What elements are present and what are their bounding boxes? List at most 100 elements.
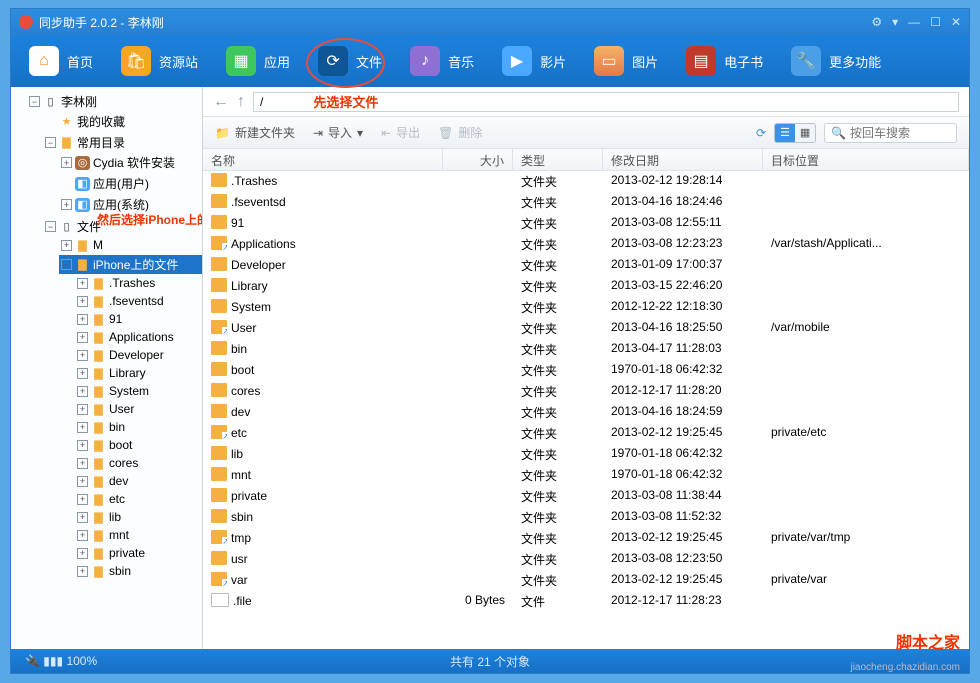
- file-row[interactable]: Applications文件夹2013-03-08 12:23:23/var/s…: [203, 234, 969, 255]
- tree-item[interactable]: +▇mnt: [75, 527, 202, 543]
- minimize-icon[interactable]: —: [908, 15, 920, 29]
- list-view-icon[interactable]: ☰: [775, 124, 795, 142]
- tree-item[interactable]: +▇bin: [75, 419, 202, 435]
- tree-item[interactable]: +▇91: [75, 311, 202, 327]
- folder-icon: [211, 383, 227, 397]
- grid-view-icon[interactable]: ▦: [795, 124, 815, 142]
- files-icon: ⟳: [318, 46, 348, 76]
- file-row[interactable]: Library文件夹2013-03-15 22:46:20: [203, 276, 969, 297]
- file-row[interactable]: Developer文件夹2013-01-09 17:00:37: [203, 255, 969, 276]
- search-box[interactable]: 🔍: [824, 123, 957, 143]
- nav-files[interactable]: ⟳文件: [318, 46, 382, 76]
- file-row[interactable]: usr文件夹2013-03-08 12:23:50: [203, 549, 969, 570]
- folder-icon: [211, 173, 227, 187]
- main-nav: ⌂首页 🛍资源站 ▦应用 ⟳文件 ♪音乐 ▶影片 ▭图片 ▤电子书 🔧更多功能: [11, 35, 969, 87]
- file-row[interactable]: .file0 Bytes文件2012-12-17 11:28:23: [203, 591, 969, 612]
- close-icon[interactable]: ✕: [951, 15, 961, 29]
- nav-video[interactable]: ▶影片: [502, 46, 566, 76]
- tree-cydia[interactable]: +◎Cydia 软件安装: [59, 153, 202, 172]
- tree-item[interactable]: +▇System: [75, 383, 202, 399]
- file-row[interactable]: tmp文件夹2013-02-12 19:25:45private/var/tmp: [203, 528, 969, 549]
- delete-button[interactable]: 🗑删除: [438, 124, 482, 141]
- file-row[interactable]: etc文件夹2013-02-12 19:25:45private/etc: [203, 423, 969, 444]
- tree-root[interactable]: −▯李林刚: [27, 92, 202, 111]
- import-button[interactable]: ⇥导入 ▾: [313, 124, 363, 141]
- folder-icon: [211, 236, 227, 250]
- col-name[interactable]: 名称: [203, 149, 443, 170]
- path-input[interactable]: /先选择文件: [253, 92, 959, 112]
- tree-app-sys[interactable]: +◧应用(系统): [59, 195, 202, 214]
- tree-common[interactable]: −▇常用目录: [43, 133, 202, 152]
- file-row[interactable]: mnt文件夹1970-01-18 06:42:32: [203, 465, 969, 486]
- tree-favorites[interactable]: ★我的收藏: [43, 112, 202, 131]
- folder-icon: [211, 551, 227, 565]
- new-folder-button[interactable]: 📁新建文件夹: [215, 124, 295, 141]
- tree-item[interactable]: +▇.Trashes: [75, 275, 202, 291]
- tree-item[interactable]: +▇boot: [75, 437, 202, 453]
- dropdown-icon[interactable]: ▾: [892, 15, 898, 29]
- wrench-icon: 🔧: [791, 46, 821, 76]
- nav-more[interactable]: 🔧更多功能: [791, 46, 881, 76]
- tree-item[interactable]: +▇.fseventsd: [75, 293, 202, 309]
- nav-resources[interactable]: 🛍资源站: [121, 46, 198, 76]
- settings-icon[interactable]: ⚙: [871, 15, 882, 29]
- nav-pictures[interactable]: ▭图片: [594, 46, 658, 76]
- tree-item[interactable]: +▇sbin: [75, 563, 202, 579]
- maximize-icon[interactable]: ☐: [930, 15, 941, 29]
- tree-m[interactable]: +▇M: [59, 237, 202, 253]
- refresh-button[interactable]: ⟳: [756, 126, 766, 140]
- col-size[interactable]: 大小: [443, 149, 513, 170]
- plug-icon: 🔌: [25, 654, 40, 668]
- folder-icon: [211, 404, 227, 418]
- tree-item[interactable]: +▇Developer: [75, 347, 202, 363]
- file-row[interactable]: var文件夹2013-02-12 19:25:45private/var: [203, 570, 969, 591]
- col-date[interactable]: 修改日期: [603, 149, 763, 170]
- file-list[interactable]: .Trashes文件夹2013-02-12 19:28:14.fseventsd…: [203, 171, 969, 649]
- tree-item[interactable]: +▇dev: [75, 473, 202, 489]
- file-row[interactable]: bin文件夹2013-04-17 11:28:03: [203, 339, 969, 360]
- tree-item[interactable]: +▇private: [75, 545, 202, 561]
- file-row[interactable]: 91文件夹2013-03-08 12:55:11: [203, 213, 969, 234]
- file-row[interactable]: boot文件夹1970-01-18 06:42:32: [203, 360, 969, 381]
- file-row[interactable]: System文件夹2012-12-22 12:18:30: [203, 297, 969, 318]
- tree-item[interactable]: +▇Library: [75, 365, 202, 381]
- search-icon: 🔍: [831, 126, 846, 140]
- search-input[interactable]: [850, 126, 950, 140]
- folder-icon: [211, 509, 227, 523]
- music-icon: ♪: [410, 46, 440, 76]
- back-icon[interactable]: ←: [213, 93, 229, 111]
- tree-filesystem[interactable]: −▯文件: [43, 217, 202, 236]
- nav-music[interactable]: ♪音乐: [410, 46, 474, 76]
- folder-icon: [211, 593, 229, 607]
- export-button[interactable]: ⇤导出: [381, 124, 420, 141]
- file-row[interactable]: .Trashes文件夹2013-02-12 19:28:14: [203, 171, 969, 192]
- tree-item[interactable]: +▇cores: [75, 455, 202, 471]
- tree-app-user[interactable]: ◧应用(用户): [59, 174, 202, 193]
- nav-home[interactable]: ⌂首页: [29, 46, 93, 76]
- file-row[interactable]: lib文件夹1970-01-18 06:42:32: [203, 444, 969, 465]
- tree-item[interactable]: +▇Applications: [75, 329, 202, 345]
- tree-item[interactable]: +▇lib: [75, 509, 202, 525]
- file-row[interactable]: sbin文件夹2013-03-08 11:52:32: [203, 507, 969, 528]
- view-toggle[interactable]: ☰▦: [774, 123, 816, 143]
- nav-ebook[interactable]: ▤电子书: [686, 46, 763, 76]
- tree-item[interactable]: +▇User: [75, 401, 202, 417]
- apps-icon: ▦: [226, 46, 256, 76]
- file-row[interactable]: User文件夹2013-04-16 18:25:50/var/mobile: [203, 318, 969, 339]
- col-target[interactable]: 目标位置: [763, 149, 969, 170]
- folder-icon: [211, 278, 227, 292]
- file-row[interactable]: private文件夹2013-03-08 11:38:44: [203, 486, 969, 507]
- app-logo-icon: [19, 15, 33, 29]
- file-row[interactable]: .fseventsd文件夹2013-04-16 18:24:46: [203, 192, 969, 213]
- tree-item[interactable]: +▇etc: [75, 491, 202, 507]
- path-bar: ← ↑ /先选择文件: [203, 87, 969, 117]
- file-list-header[interactable]: 名称 大小 类型 修改日期 目标位置: [203, 149, 969, 171]
- folder-icon: [211, 362, 227, 376]
- sidebar-tree[interactable]: −▯李林刚 ★我的收藏 −▇常用目录 +◎Cydia 软件安装 ◧应用(用户) …: [11, 87, 203, 649]
- col-type[interactable]: 类型: [513, 149, 603, 170]
- nav-apps[interactable]: ▦应用: [226, 46, 290, 76]
- file-row[interactable]: cores文件夹2012-12-17 11:28:20: [203, 381, 969, 402]
- tree-iphone-files[interactable]: −▇iPhone上的文件: [59, 255, 202, 274]
- file-row[interactable]: dev文件夹2013-04-16 18:24:59: [203, 402, 969, 423]
- up-icon[interactable]: ↑: [237, 93, 245, 111]
